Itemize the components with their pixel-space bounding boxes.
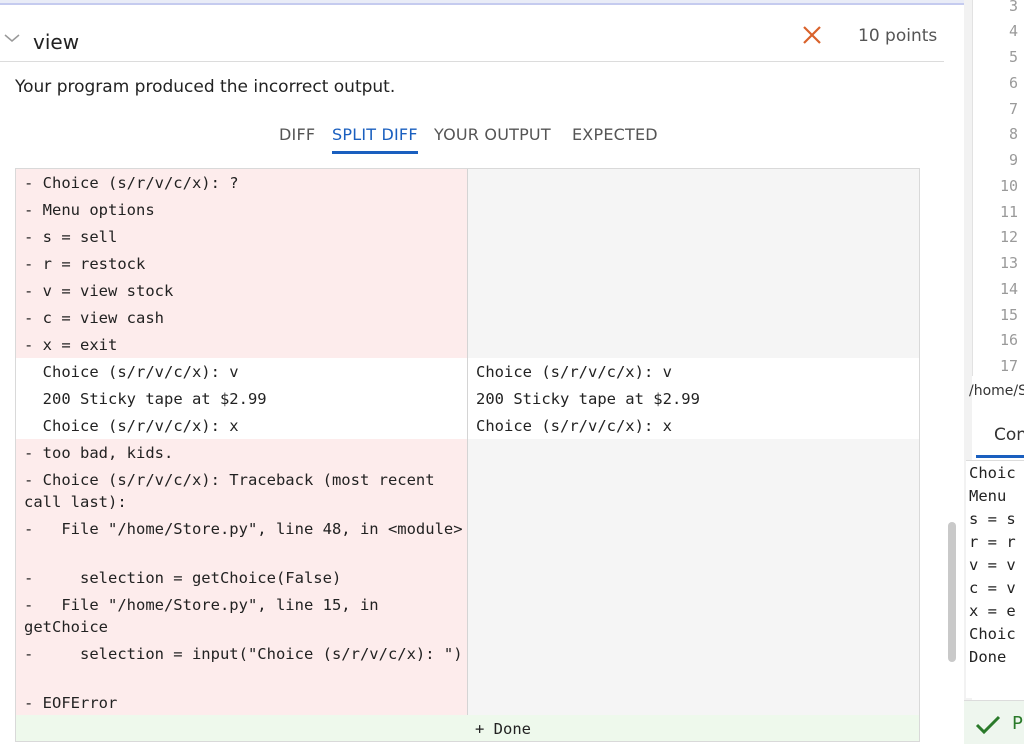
fail-x-icon (803, 26, 821, 44)
test-name: view (33, 30, 80, 54)
console-line: Done (969, 648, 1007, 666)
line-number: 17 (999, 357, 1018, 375)
diff-line: - File "/home/Store.py", line 48, in <mo… (16, 515, 467, 564)
points-label: 10 points (858, 26, 938, 46)
line-number: 8 (1008, 125, 1018, 143)
diff-line: 200 Sticky tape at $2.99 (16, 385, 467, 412)
diff-line: - Choice (s/r/v/c/x): Traceback (most re… (16, 466, 467, 515)
diff-line: - selection = getChoice(False) (16, 564, 467, 591)
chevron-down-icon[interactable] (4, 30, 20, 46)
line-number: 9 (1008, 151, 1018, 169)
console-line: c = v (969, 579, 1016, 597)
line-number: 6 (1008, 74, 1018, 92)
console-line: v = v (969, 556, 1016, 574)
scrollbar[interactable] (948, 522, 956, 662)
editor-line-gutter: 3 4 5 6 7 8 9 10 11 12 13 14 15 16 17 (972, 0, 1024, 376)
split-diff-panel: - Choice (s/r/v/c/x): ? - Menu options -… (15, 168, 920, 742)
your-output-column: - Choice (s/r/v/c/x): ? - Menu options -… (16, 169, 467, 741)
tab-console-underline (976, 455, 1024, 458)
diff-line: Choice (s/r/v/c/x): v (468, 358, 919, 385)
diff-line: Choice (s/r/v/c/x): x (468, 412, 919, 439)
console-line: x = e (969, 602, 1016, 620)
diff-line: - Choice (s/r/v/c/x): ? (16, 169, 467, 196)
diff-line: Choice (s/r/v/c/x): x (16, 412, 467, 439)
line-number: 12 (999, 228, 1018, 246)
console-line: Choic (969, 625, 1016, 643)
line-number: 4 (1008, 22, 1018, 40)
diff-line: - selection = input("Choice (s/r/v/c/x):… (16, 640, 467, 689)
diff-line: - c = view cash (16, 304, 467, 331)
tab-expected[interactable]: EXPECTED (572, 125, 658, 144)
line-number: 11 (999, 203, 1018, 221)
diff-line: - EOFError (16, 689, 467, 715)
tab-your-output[interactable]: YOUR OUTPUT (434, 125, 551, 144)
pass-status-text: P (1012, 713, 1023, 734)
console-line: s = s (969, 510, 1016, 528)
line-number: 3 (1008, 0, 1018, 15)
line-number: 14 (999, 280, 1018, 298)
diff-line: Choice (s/r/v/c/x): v (16, 358, 467, 385)
line-number: 10 (999, 177, 1018, 195)
diff-line: 200 Sticky tape at $2.99 (468, 385, 919, 412)
console-output[interactable]: Choic Menu s = s r = r v = v c = v x = e… (966, 460, 1024, 698)
diff-line-added: + Done (16, 715, 919, 741)
top-accent-bar (0, 0, 964, 5)
diff-line: - s = sell (16, 223, 467, 250)
tab-console[interactable]: Con (994, 425, 1024, 445)
console-line: Menu (969, 487, 1016, 505)
line-number: 15 (999, 306, 1018, 324)
result-message: Your program produced the incorrect outp… (15, 77, 396, 97)
diff-line: - v = view stock (16, 277, 467, 304)
diff-line: - too bad, kids. (16, 439, 467, 466)
line-number: 7 (1008, 100, 1018, 118)
expected-output-column: Choice (s/r/v/c/x): v 200 Sticky tape at… (468, 169, 919, 741)
diff-line: - File "/home/Store.py", line 15, in get… (16, 591, 467, 640)
console-line: r = r (969, 533, 1016, 551)
diff-line: - x = exit (16, 331, 467, 358)
line-number: 13 (999, 254, 1018, 272)
console-line: Choic (969, 464, 1016, 482)
check-icon (975, 715, 1001, 735)
diff-line: - r = restock (16, 250, 467, 277)
diff-line: - Menu options (16, 196, 467, 223)
test-header[interactable]: view 10 points (0, 8, 944, 62)
file-path: /home/S (969, 383, 1024, 399)
line-number: 5 (1008, 48, 1018, 66)
tab-split-diff[interactable]: SPLIT DIFF (332, 125, 418, 154)
pass-status-bar: P (964, 700, 1024, 744)
tab-diff[interactable]: DIFF (279, 125, 315, 144)
line-number: 16 (999, 331, 1018, 349)
